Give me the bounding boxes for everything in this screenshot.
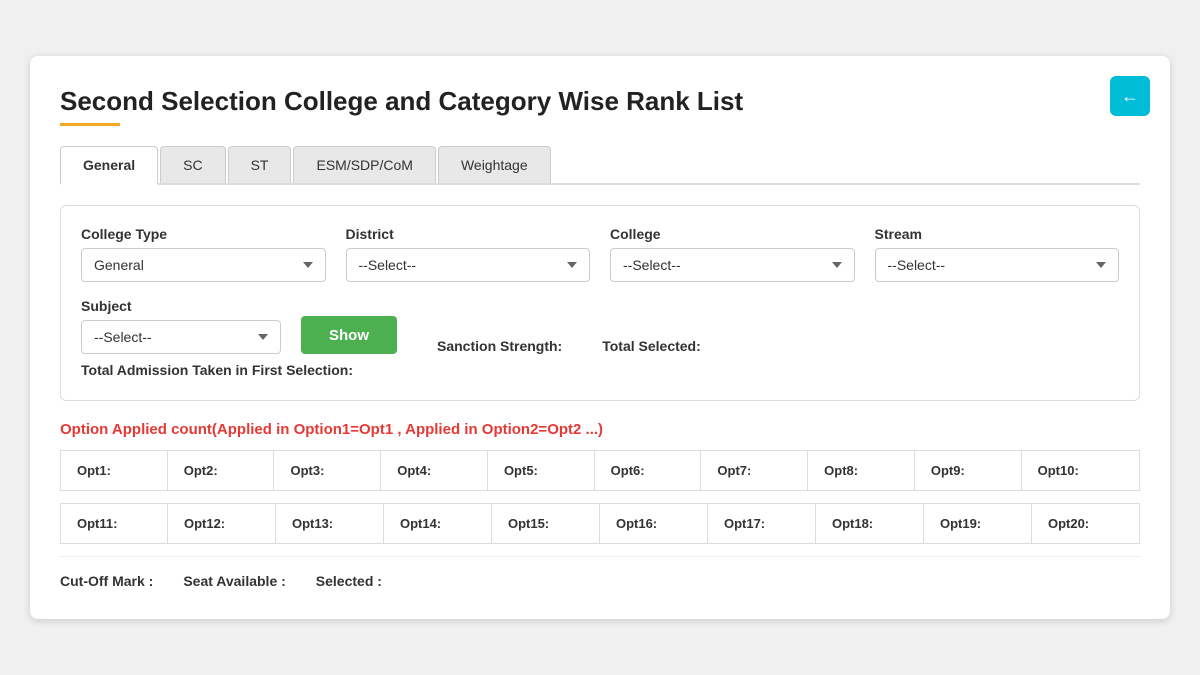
college-type-group: College Type General Government Private … bbox=[81, 226, 326, 282]
subject-group: Subject --Select-- bbox=[81, 298, 281, 354]
opt12-cell: Opt12: bbox=[167, 504, 275, 544]
tab-general[interactable]: General bbox=[60, 146, 158, 185]
filter-section: College Type General Government Private … bbox=[60, 205, 1140, 401]
total-selected-label: Total Selected: bbox=[602, 338, 701, 354]
district-select[interactable]: --Select-- bbox=[346, 248, 591, 282]
back-icon: ← bbox=[1121, 86, 1139, 107]
subject-select[interactable]: --Select-- bbox=[81, 320, 281, 354]
opt17-cell: Opt17: bbox=[707, 504, 815, 544]
opt18-cell: Opt18: bbox=[815, 504, 923, 544]
district-label: District bbox=[346, 226, 591, 242]
cut-off-mark: Cut-Off Mark : bbox=[60, 573, 153, 589]
opt19-cell: Opt19: bbox=[923, 504, 1031, 544]
tab-weightage[interactable]: Weightage bbox=[438, 146, 551, 183]
opt7-cell: Opt7: bbox=[701, 451, 808, 491]
tab-esm[interactable]: ESM/SDP/CoM bbox=[293, 146, 435, 183]
stream-label: Stream bbox=[875, 226, 1120, 242]
opts-table-row2: Opt11: Opt12: Opt13: Opt14: Opt15: Opt16… bbox=[60, 503, 1140, 544]
stream-group: Stream --Select-- bbox=[875, 226, 1120, 282]
tab-st[interactable]: ST bbox=[228, 146, 292, 183]
filter-row-2: Subject --Select-- Show Sanction Strengt… bbox=[81, 298, 1119, 354]
college-label: College bbox=[610, 226, 855, 242]
sanction-strength-label: Sanction Strength: bbox=[437, 338, 562, 354]
opt14-cell: Opt14: bbox=[383, 504, 491, 544]
opt13-cell: Opt13: bbox=[275, 504, 383, 544]
opt10-cell: Opt10: bbox=[1021, 451, 1139, 491]
college-type-label: College Type bbox=[81, 226, 326, 242]
page-container: ← Second Selection College and Category … bbox=[30, 56, 1170, 619]
opts-table-row1: Opt1: Opt2: Opt3: Opt4: Opt5: Opt6: Opt7… bbox=[60, 450, 1140, 491]
subject-label: Subject bbox=[81, 298, 281, 314]
opt20-cell: Opt20: bbox=[1031, 504, 1139, 544]
option-count-label: Option Applied count(Applied in Option1=… bbox=[60, 421, 1140, 438]
back-button[interactable]: ← bbox=[1110, 76, 1150, 116]
opt3-cell: Opt3: bbox=[274, 451, 381, 491]
district-group: District --Select-- bbox=[346, 226, 591, 282]
info-fields: Sanction Strength: Total Selected: bbox=[437, 338, 701, 354]
college-select[interactable]: --Select-- bbox=[610, 248, 855, 282]
title-underline bbox=[60, 123, 120, 126]
opt15-cell: Opt15: bbox=[491, 504, 599, 544]
selected-label: Selected : bbox=[316, 573, 382, 589]
filter-row-1: College Type General Government Private … bbox=[81, 226, 1119, 282]
show-button[interactable]: Show bbox=[301, 316, 397, 354]
opt16-cell: Opt16: bbox=[599, 504, 707, 544]
tabs-container: General SC ST ESM/SDP/CoM Weightage bbox=[60, 146, 1140, 185]
opt11-cell: Opt11: bbox=[61, 504, 168, 544]
page-title: Second Selection College and Category Wi… bbox=[60, 86, 1140, 117]
total-admission-row: Total Admission Taken in First Selection… bbox=[81, 362, 1119, 380]
total-admission-label: Total Admission Taken in First Selection… bbox=[81, 362, 353, 378]
seat-available: Seat Available : bbox=[183, 573, 285, 589]
opt9-cell: Opt9: bbox=[914, 451, 1021, 491]
opt2-cell: Opt2: bbox=[167, 451, 274, 491]
college-group: College --Select-- bbox=[610, 226, 855, 282]
stream-select[interactable]: --Select-- bbox=[875, 248, 1120, 282]
opt1-cell: Opt1: bbox=[61, 451, 168, 491]
opt8-cell: Opt8: bbox=[808, 451, 915, 491]
opt5-cell: Opt5: bbox=[487, 451, 594, 491]
opt4-cell: Opt4: bbox=[381, 451, 488, 491]
bottom-info: Cut-Off Mark : Seat Available : Selected… bbox=[60, 556, 1140, 589]
tab-sc[interactable]: SC bbox=[160, 146, 225, 183]
opt6-cell: Opt6: bbox=[594, 451, 701, 491]
college-type-select[interactable]: General Government Private Aided bbox=[81, 248, 326, 282]
